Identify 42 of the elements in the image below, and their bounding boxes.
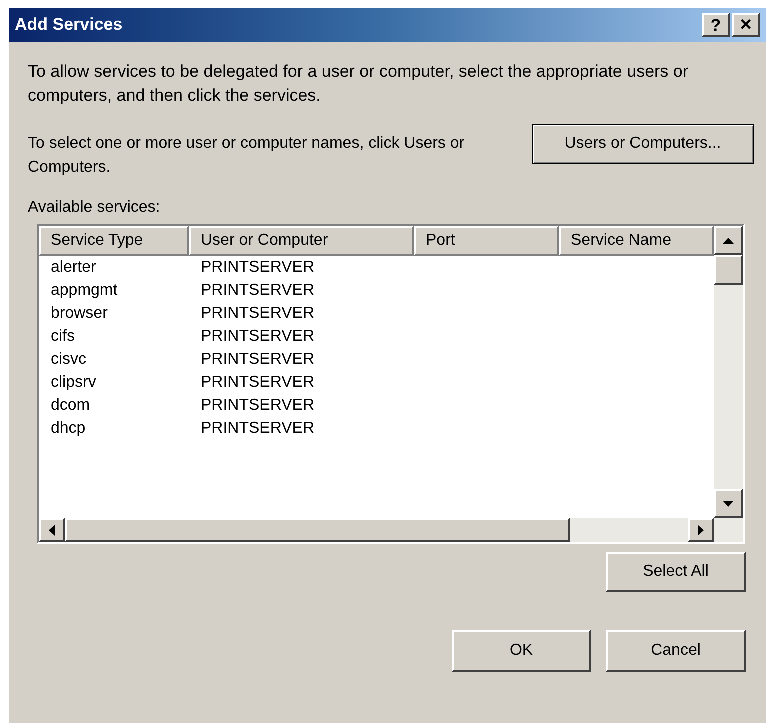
- scroll-thumb[interactable]: [714, 255, 743, 285]
- table-cell-text: dcom: [50, 396, 92, 416]
- table-cell-text: PRINTSERVER: [200, 396, 316, 416]
- table-cell-text: PRINTSERVER: [200, 350, 316, 370]
- help-button[interactable]: ?: [702, 13, 730, 37]
- scroll-down-button[interactable]: [714, 489, 743, 518]
- table-cell-text: PRINTSERVER: [200, 280, 316, 300]
- users-or-computers-button[interactable]: Users or Computers...: [532, 124, 754, 164]
- horizontal-scrollbar[interactable]: [39, 518, 743, 542]
- column-header[interactable]: User or Computer: [189, 226, 414, 256]
- scroll-right-button[interactable]: [688, 518, 714, 542]
- table-cell-text: PRINTSERVER: [200, 258, 316, 278]
- list-label: Available services:: [28, 198, 162, 218]
- table-cell-text: cisvc: [50, 350, 88, 370]
- cancel-button[interactable]: Cancel: [606, 630, 746, 672]
- scroll-thumb[interactable]: [65, 518, 570, 542]
- table-cell-text: appmgmt: [50, 280, 119, 300]
- left-arrow-icon: [49, 524, 55, 536]
- hint-text: To select one or more user or computer names, click Users or Computers.: [28, 134, 466, 178]
- table-cell-text: cifs: [50, 326, 76, 346]
- table-cell-text: dhcp: [50, 418, 87, 438]
- table-cell-text: PRINTSERVER: [200, 372, 316, 392]
- close-button[interactable]: ×: [732, 13, 760, 37]
- ok-button[interactable]: OK: [452, 630, 591, 672]
- table-cell-text: PRINTSERVER: [200, 418, 316, 438]
- up-arrow-icon: [723, 238, 734, 244]
- table-cell-text: PRINTSERVER: [200, 326, 316, 346]
- table-cell-text: clipsrv: [50, 372, 98, 392]
- scroll-left-button[interactable]: [39, 518, 65, 542]
- column-header[interactable]: Service Type: [39, 226, 189, 256]
- table-cell-text: browser: [50, 304, 109, 324]
- right-arrow-icon: [698, 524, 704, 536]
- table-cell-text: PRINTSERVER: [200, 304, 316, 324]
- scroll-up-button[interactable]: [714, 226, 743, 255]
- column-header[interactable]: Port: [414, 226, 559, 256]
- column-header[interactable]: Service Name: [559, 226, 714, 256]
- window-title: Add Services: [15, 14, 123, 36]
- select-all-button[interactable]: Select All: [606, 552, 746, 592]
- table-cell-text: alerter: [50, 258, 98, 278]
- down-arrow-icon: [723, 500, 734, 506]
- vertical-scrollbar[interactable]: [714, 226, 743, 518]
- instruction-text: To allow services to be delegated for a user or computer, select the appropriate users or computers, and then click the services.: [28, 61, 690, 107]
